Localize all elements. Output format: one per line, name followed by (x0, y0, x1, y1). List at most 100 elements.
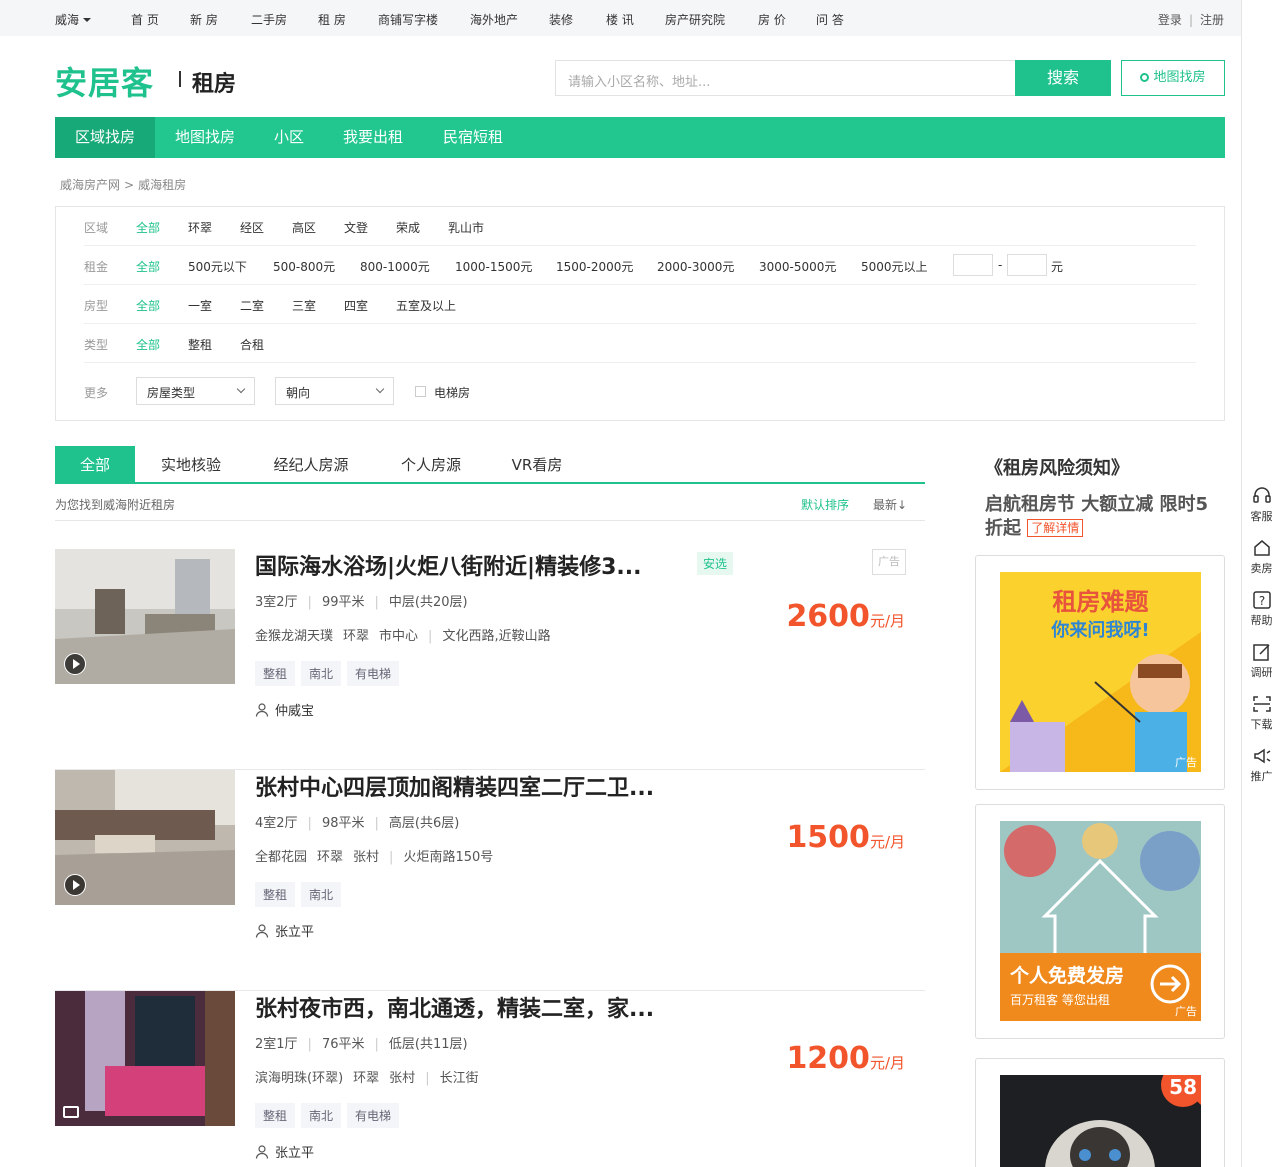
topnav-new-house[interactable]: 新 房 (190, 11, 218, 28)
filter-option[interactable]: 全部 (136, 336, 160, 353)
filter-option[interactable]: 全部 (136, 258, 160, 275)
listing-item[interactable]: 张村中心四层顶加阁精装四室二厅二卫... 4室2厅 | 98平米 | 高层(共6层) 全… (55, 770, 925, 991)
rb-service[interactable]: 客服 (1242, 486, 1280, 524)
mainnav-area[interactable]: 区域找房 (55, 117, 155, 158)
filter-option[interactable]: 四室 (344, 297, 368, 314)
gallery-icon[interactable] (63, 1106, 79, 1118)
agent[interactable]: 仲威宝 (255, 700, 314, 719)
community[interactable]: 全都花园 (255, 850, 307, 865)
rb-sell[interactable]: 卖房 (1242, 538, 1280, 576)
listing-title[interactable]: 张村夜市西，南北通透，精装二室，家... (255, 991, 685, 1023)
listing-item[interactable]: 国际海水浴场|火炬八街附近|精装修3... 安选 广告 3室2厅 | 99平米 | 中层… (55, 549, 925, 770)
play-video-icon[interactable] (64, 874, 86, 896)
filter-option[interactable]: 5000元以上 (861, 258, 928, 275)
mainnav-short-rent[interactable]: 民宿短租 (423, 117, 523, 158)
topnav-qa[interactable]: 问 答 (816, 11, 844, 28)
filter-option[interactable]: 三室 (292, 297, 316, 314)
listing-price: 1200元/月 (786, 1041, 905, 1076)
search-button[interactable]: 搜索 (1015, 60, 1111, 96)
community[interactable]: 滨海明珠(环翠) (255, 1071, 343, 1086)
filter-option[interactable]: 经区 (240, 219, 264, 236)
filter-option[interactable]: 环翠 (188, 219, 212, 236)
house-type-select[interactable]: 房屋类型 (136, 377, 255, 405)
filter-option[interactable]: 文登 (344, 219, 368, 236)
filter-option[interactable]: 全部 (136, 219, 160, 236)
agent[interactable]: 张立平 (255, 921, 314, 940)
topnav-commercial[interactable]: 商铺写字楼 (378, 11, 438, 28)
elevator-checkbox[interactable] (415, 386, 426, 397)
topnav-research[interactable]: 房产研究院 (665, 11, 725, 28)
ad-card[interactable]: 58 (975, 1058, 1225, 1167)
filter-option[interactable]: 2000-3000元 (657, 258, 734, 275)
orientation-select[interactable]: 朝向 (275, 377, 394, 405)
elevator-label[interactable]: 电梯房 (434, 384, 470, 401)
mainnav-rent-out[interactable]: 我要出租 (323, 117, 423, 158)
tab-vr[interactable]: VR看房 (487, 446, 587, 482)
filter-option[interactable]: 高区 (292, 219, 316, 236)
topnav-second-hand[interactable]: 二手房 (251, 11, 287, 28)
topnav-decoration[interactable]: 装修 (549, 11, 573, 28)
price-min-input[interactable] (953, 254, 993, 276)
community[interactable]: 金猴龙湖天璞 (255, 629, 333, 644)
filter-option[interactable]: 1000-1500元 (455, 258, 532, 275)
listing-price: 2600元/月 (786, 599, 905, 634)
logo[interactable]: 安居客 (55, 58, 154, 104)
tab-all[interactable]: 全部 (55, 446, 135, 482)
listing-item[interactable]: 张村夜市西，南北通透，精装二室，家... 2室1厅 | 76平米 | 低层(共11层) … (55, 991, 925, 1167)
sort-default[interactable]: 默认排序 (801, 496, 849, 513)
filter-option[interactable]: 乳山市 (448, 219, 484, 236)
filter-option[interactable]: 荣成 (396, 219, 420, 236)
filter-label: 更多 (84, 386, 109, 400)
rb-promote[interactable]: 推广 (1242, 746, 1280, 784)
mainnav-map[interactable]: 地图找房 (155, 117, 255, 158)
listing-tags: 整租 南北 有电梯 (255, 661, 405, 686)
tab-agent[interactable]: 经纪人房源 (247, 446, 375, 482)
rb-help[interactable]: ? 帮助 (1242, 590, 1280, 628)
tab-verified[interactable]: 实地核验 (135, 446, 247, 482)
megaphone-icon (1253, 748, 1270, 764)
search-input[interactable]: 请输入小区名称、地址... (555, 60, 1015, 96)
listing-photo[interactable] (55, 770, 235, 905)
listing-photo[interactable] (55, 991, 235, 1126)
mainnav-community[interactable]: 小区 (255, 117, 323, 158)
sort-newest[interactable]: 最新↓ (873, 496, 907, 513)
breadcrumb-current[interactable]: 威海租房 (138, 178, 186, 192)
filter-option[interactable]: 500-800元 (273, 258, 335, 275)
filter-option[interactable]: 全部 (136, 297, 160, 314)
result-summary: 为您找到威海附近租房 (55, 498, 176, 512)
listing-title[interactable]: 国际海水浴场|火炬八街附近|精装修3... (255, 549, 685, 581)
city-selector[interactable]: 威海 (55, 11, 92, 28)
filter-option[interactable]: 1500-2000元 (556, 258, 633, 275)
topnav-overseas[interactable]: 海外地产 (470, 11, 518, 28)
breadcrumb-home[interactable]: 威海房产网 (60, 178, 120, 192)
filter-option[interactable]: 合租 (240, 336, 264, 353)
filter-option[interactable]: 800-1000元 (360, 258, 430, 275)
login-link[interactable]: 登录 (1158, 13, 1182, 27)
promo-more-link[interactable]: 了解详情 (1027, 519, 1084, 537)
filter-option[interactable]: 二室 (240, 297, 264, 314)
ad-card[interactable]: 个人免费发房 百万租客 等您出租 广告 (975, 804, 1225, 1039)
topnav-price[interactable]: 房 价 (758, 11, 786, 28)
filter-option[interactable]: 整租 (188, 336, 212, 353)
agent[interactable]: 张立平 (255, 1142, 314, 1161)
tab-personal[interactable]: 个人房源 (375, 446, 487, 482)
main-nav: 区域找房 地图找房 小区 我要出租 民宿短租 (55, 117, 1225, 158)
register-link[interactable]: 注册 (1200, 13, 1224, 27)
topnav-home[interactable]: 首 页 (131, 11, 159, 28)
listing-title[interactable]: 张村中心四层顶加阁精装四室二厅二卫... (255, 770, 685, 802)
listing-photo[interactable] (55, 549, 235, 684)
price-unit: 元/月 (869, 833, 905, 851)
risk-notice-link[interactable]: 《租房风险须知》 (985, 454, 1129, 480)
filter-option[interactable]: 一室 (188, 297, 212, 314)
filter-option[interactable]: 500元以下 (188, 258, 247, 275)
ad-card[interactable]: 租房难题 你来问我呀! 广告 (975, 555, 1225, 790)
filter-option[interactable]: 3000-5000元 (759, 258, 836, 275)
price-max-input[interactable] (1007, 254, 1047, 276)
topnav-rent[interactable]: 租 房 (318, 11, 346, 28)
topnav-news[interactable]: 楼 讯 (606, 11, 634, 28)
rb-download[interactable]: 下载 (1242, 694, 1280, 732)
rb-survey[interactable]: 调研 (1242, 642, 1280, 680)
map-search-button[interactable]: 地图找房 (1121, 60, 1225, 96)
filter-option[interactable]: 五室及以上 (396, 297, 456, 314)
play-video-icon[interactable] (64, 653, 86, 675)
